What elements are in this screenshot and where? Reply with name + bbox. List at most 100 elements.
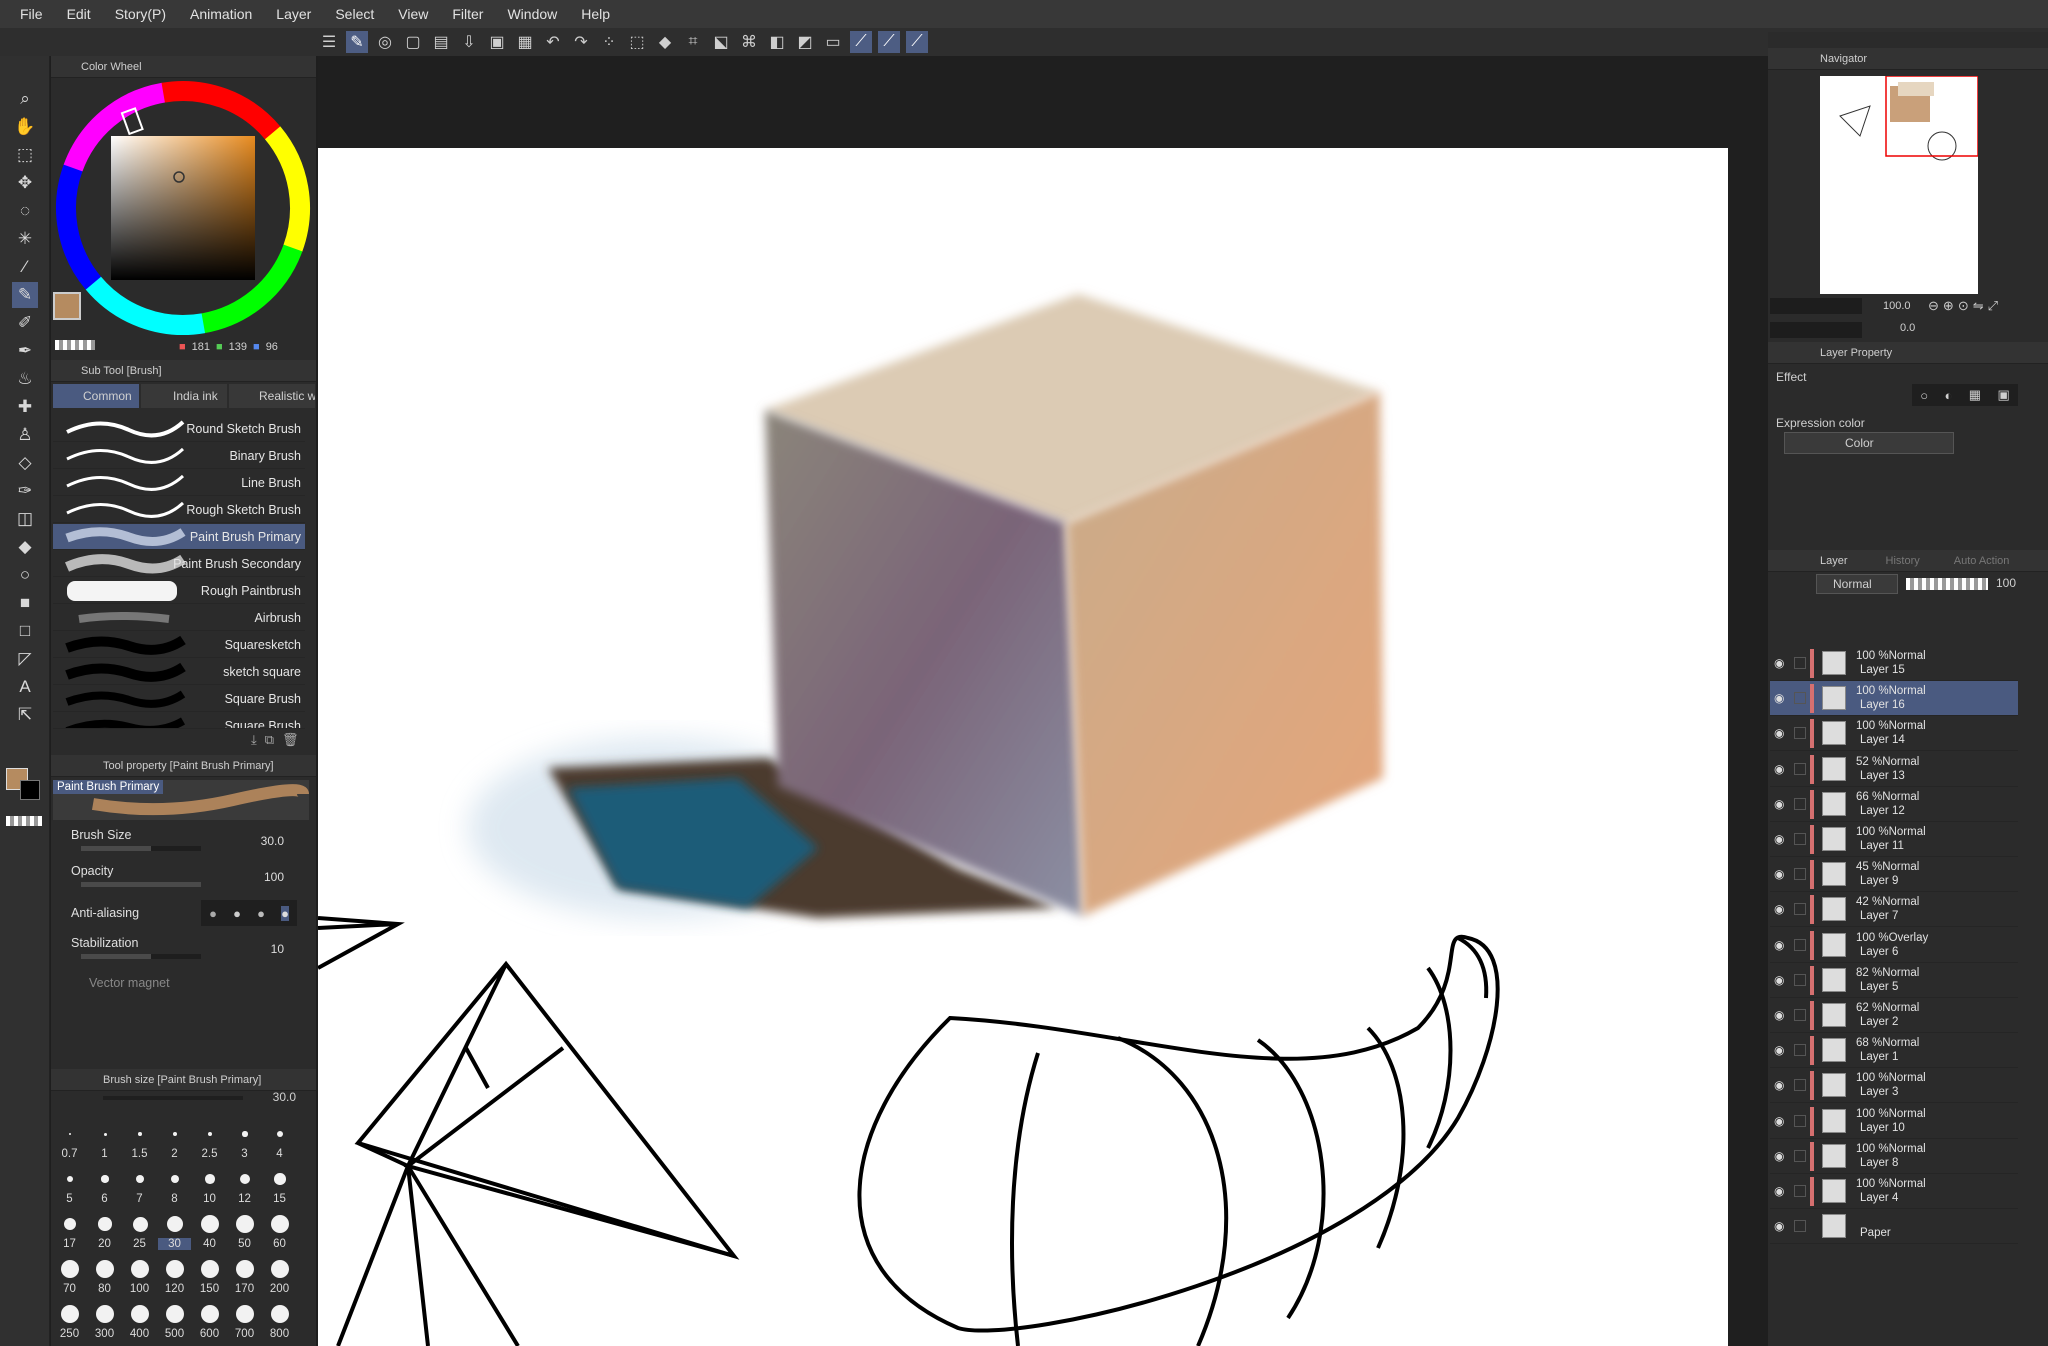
zoom-tool-icon[interactable]: ⌕ bbox=[12, 86, 38, 112]
eye-icon[interactable]: ◉ bbox=[1774, 1149, 1784, 1163]
layer-lock-checkbox[interactable] bbox=[1794, 1009, 1806, 1021]
brush-size-dot[interactable] bbox=[201, 1305, 219, 1323]
redo-icon[interactable]: ↷ bbox=[570, 31, 592, 53]
pen-tool-icon[interactable]: ✒ bbox=[12, 338, 38, 364]
vector-magnet-label[interactable]: Vector magnet bbox=[89, 976, 170, 990]
tone-effect-icon[interactable]: ▦ bbox=[1969, 387, 1981, 403]
zoom-out-icon[interactable]: ⊖ bbox=[1928, 298, 1943, 313]
brush-size-option[interactable]: 5 bbox=[53, 1193, 86, 1205]
brush-size-option[interactable]: 80 bbox=[88, 1283, 121, 1295]
brush-size-dot[interactable] bbox=[66, 1175, 74, 1183]
layer-lock-checkbox[interactable] bbox=[1794, 1114, 1806, 1127]
antialias-row[interactable]: Anti-aliasing ● ● ● ● bbox=[61, 898, 306, 932]
brush-size-dot[interactable] bbox=[61, 1260, 79, 1278]
eye-icon[interactable]: ◉ bbox=[1774, 867, 1784, 881]
eye-icon[interactable]: ◉ bbox=[1774, 1043, 1784, 1057]
stabilization-row[interactable]: Stabilization 10 bbox=[61, 934, 306, 968]
brush-size-option[interactable]: 100 bbox=[123, 1283, 156, 1295]
layer-lock-checkbox[interactable] bbox=[1794, 1079, 1806, 1092]
eye-icon[interactable]: ◉ bbox=[1774, 973, 1784, 987]
tab-history[interactable]: History bbox=[1886, 555, 1920, 567]
text-tool-icon[interactable]: A bbox=[12, 674, 38, 700]
brushsize-value[interactable]: 30.0 bbox=[273, 1090, 296, 1104]
brush-size-option[interactable]: 7 bbox=[123, 1193, 156, 1205]
layer-row[interactable]: ◉ 52 %Normal Layer 13 bbox=[1770, 752, 2018, 787]
brush-size-value[interactable]: 30.0 bbox=[261, 834, 284, 848]
layer-color-effect-icon[interactable]: ▣ bbox=[1997, 387, 2009, 403]
layer-row[interactable]: ◉ 100 %Normal Layer 10 bbox=[1770, 1104, 2018, 1139]
layer-opacity-slider[interactable] bbox=[1906, 578, 1988, 590]
antialias-strong-icon[interactable]: ● bbox=[281, 905, 289, 921]
sub-color-swatch[interactable] bbox=[20, 780, 40, 800]
current-color-swatch[interactable] bbox=[53, 292, 81, 320]
transparent-color-swatch[interactable] bbox=[55, 340, 95, 350]
stabilization-slider[interactable] bbox=[81, 954, 201, 959]
brush-size-option[interactable]: 1.5 bbox=[123, 1148, 156, 1160]
menu-filter[interactable]: Filter bbox=[440, 6, 495, 22]
expression-color-select[interactable]: Color bbox=[1784, 432, 1954, 454]
brush-size-option[interactable]: 17 bbox=[53, 1238, 86, 1250]
brush-item[interactable]: Rough Paintbrush bbox=[53, 578, 305, 604]
brush-size-dot[interactable] bbox=[236, 1305, 254, 1323]
blend-mode-select[interactable]: Normal bbox=[1816, 574, 1898, 594]
layer-lock-checkbox[interactable] bbox=[1794, 692, 1806, 705]
eye-icon[interactable]: ◉ bbox=[1774, 832, 1784, 846]
layer-row[interactable]: ◉ 100 %Normal Layer 14 bbox=[1770, 716, 2018, 752]
layer-row[interactable]: ◉ 42 %Normal Layer 7 bbox=[1770, 892, 2018, 928]
eraser-tool-icon[interactable]: ◇ bbox=[12, 450, 38, 476]
figure-tool-icon[interactable]: ◫ bbox=[12, 506, 38, 532]
copy-icon[interactable]: ⧉ bbox=[265, 732, 282, 747]
watercolor-effect-icon[interactable]: ◐ bbox=[1944, 388, 1952, 403]
navigator-zoom-value[interactable]: 100.0 bbox=[1883, 300, 1911, 312]
brush-size-option[interactable]: 40 bbox=[193, 1238, 226, 1250]
brush-item[interactable]: Square Brush bbox=[53, 686, 305, 712]
tab-india-ink[interactable]: India ink bbox=[141, 384, 227, 408]
brush-size-dot[interactable] bbox=[98, 1217, 112, 1231]
frame-tool-icon[interactable]: □ bbox=[12, 618, 38, 644]
layer-lock-checkbox[interactable] bbox=[1794, 1220, 1806, 1233]
brush-size-dot[interactable] bbox=[136, 1175, 144, 1183]
brush-size-row[interactable]: Brush Size 30.0 bbox=[61, 826, 306, 860]
brush-size-dot[interactable] bbox=[132, 1216, 148, 1232]
brush-item[interactable]: Airbrush bbox=[53, 605, 305, 631]
menu-edit[interactable]: Edit bbox=[55, 6, 103, 22]
eye-icon[interactable]: ◉ bbox=[1774, 1219, 1784, 1233]
brush-size-option[interactable]: 500 bbox=[158, 1328, 191, 1340]
mask-icon[interactable]: ◧ bbox=[766, 31, 788, 53]
brush-size-option[interactable]: 10 bbox=[193, 1193, 226, 1205]
eye-icon[interactable]: ◉ bbox=[1774, 1114, 1784, 1128]
fit-icon[interactable]: ⊙ bbox=[1958, 298, 1973, 313]
deselect-icon[interactable]: ⬚ bbox=[626, 31, 648, 53]
brush-size-dot[interactable] bbox=[61, 1305, 79, 1323]
brush-item[interactable]: Square Brush bbox=[53, 713, 305, 729]
artwork[interactable] bbox=[318, 148, 1728, 1346]
brush-item[interactable]: Round Sketch Brush bbox=[53, 416, 305, 442]
navigator-rotate-value[interactable]: 0.0 bbox=[1900, 322, 1915, 334]
layer-row[interactable]: ◉ 82 %Normal Layer 5 bbox=[1770, 963, 2018, 998]
export-icon[interactable]: ▣ bbox=[486, 31, 508, 53]
tab-auto-action[interactable]: Auto Action bbox=[1954, 555, 2010, 567]
brush-item[interactable]: sketch square bbox=[53, 659, 305, 685]
menu-layer[interactable]: Layer bbox=[264, 6, 323, 22]
brush-size-dot[interactable] bbox=[205, 1174, 215, 1184]
brush-size-dot[interactable] bbox=[236, 1215, 254, 1233]
border-effect-icon[interactable]: ○ bbox=[1920, 388, 1928, 403]
transform-icon[interactable]: ⬕ bbox=[710, 31, 732, 53]
opacity-slider[interactable] bbox=[81, 882, 201, 887]
fill-icon[interactable]: ◆ bbox=[654, 31, 676, 53]
brush-size-dot[interactable] bbox=[201, 1215, 219, 1233]
eyedropper-icon[interactable]: ⁄ bbox=[12, 254, 38, 280]
navigator-zoom-slider[interactable] bbox=[1770, 298, 1862, 314]
brush-size-dot[interactable] bbox=[172, 1131, 178, 1137]
brush-size-option[interactable]: 170 bbox=[228, 1283, 261, 1295]
layer-lock-checkbox[interactable] bbox=[1794, 727, 1806, 740]
layer-row[interactable]: ◉ 100 %Normal Layer 11 bbox=[1770, 822, 2018, 857]
lasso-fill-icon[interactable]: ◎ bbox=[374, 31, 396, 53]
eye-icon[interactable]: ◉ bbox=[1774, 902, 1784, 916]
operation-tool-icon[interactable]: ⬚ bbox=[12, 142, 38, 168]
move-layer-icon[interactable]: ✥ bbox=[12, 170, 38, 196]
layer-row[interactable]: ◉ Paper bbox=[1770, 1209, 2018, 1245]
menu-select[interactable]: Select bbox=[323, 6, 386, 22]
airbrush-tool-icon[interactable]: ♨ bbox=[12, 366, 38, 392]
menu-view[interactable]: View bbox=[386, 6, 440, 22]
